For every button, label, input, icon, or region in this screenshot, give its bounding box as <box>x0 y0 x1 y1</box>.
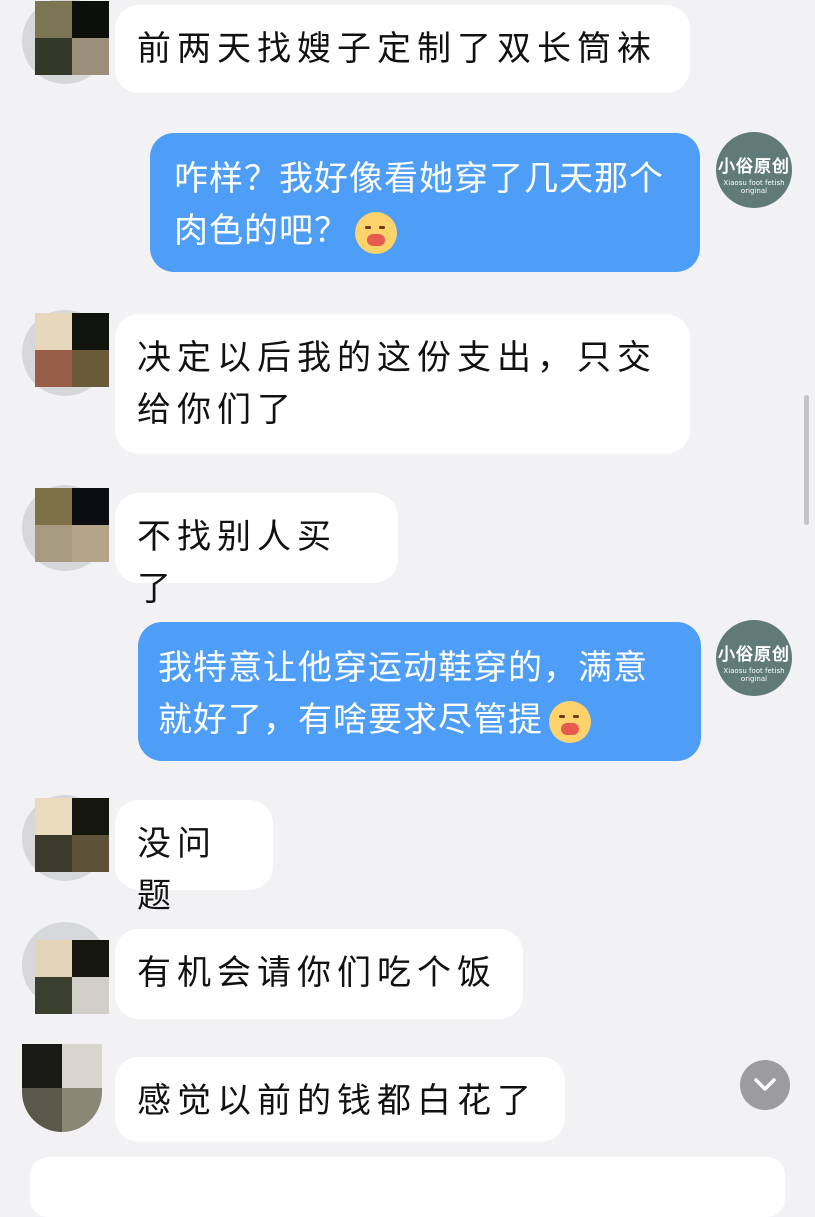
avatar[interactable]: 小俗原创 Xiaosu foot fetish original <box>716 620 792 696</box>
avatar[interactable]: 小俗原创 Xiaosu foot fetish original <box>716 132 792 208</box>
brand-title: 小俗原创 <box>718 157 790 177</box>
message-text: 感觉以前的钱都白花了 <box>137 1081 537 1121</box>
chevron-down-icon <box>754 1078 776 1091</box>
message-bubble[interactable]: 前两天找嫂子定制了双长筒袜 <box>115 5 690 93</box>
avatar[interactable] <box>35 1 109 75</box>
message-text: 咋样？我好像看她穿了几天那个肉色的吧？ <box>174 159 664 251</box>
avatar[interactable] <box>22 1044 102 1132</box>
brand-subtitle: Xiaosu foot fetish original <box>723 179 785 195</box>
message-text: 没问题 <box>137 824 217 916</box>
scroll-to-bottom-button[interactable] <box>740 1060 790 1110</box>
message-text: 不找别人买了 <box>137 517 337 609</box>
message-bubble[interactable]: 咋样？我好像看她穿了几天那个肉色的吧？ <box>150 133 700 272</box>
message-text: 有机会请你们吃个饭 <box>137 953 497 993</box>
scrollbar[interactable] <box>804 395 809 525</box>
avatar[interactable] <box>35 940 109 1014</box>
avatar[interactable] <box>35 313 109 387</box>
avatar[interactable] <box>35 488 109 562</box>
avatar[interactable] <box>35 798 109 872</box>
message-bubble[interactable]: 我特意让他穿运动鞋穿的，满意就好了，有啥要求尽管提 <box>138 622 701 761</box>
drooling-face-emoji <box>549 700 591 743</box>
message-bubble[interactable]: 决定以后我的这份支出，只交给你们了 <box>115 314 690 454</box>
brand-subtitle: Xiaosu foot fetish original <box>723 667 785 683</box>
drooling-face-emoji <box>355 211 397 254</box>
message-bubble[interactable]: 有机会请你们吃个饭 <box>115 929 523 1019</box>
message-bubble[interactable]: 没问题 <box>115 800 273 916</box>
brand-title: 小俗原创 <box>718 645 790 665</box>
message-text: 前两天找嫂子定制了双长筒袜 <box>137 29 657 69</box>
message-bubble[interactable]: 感觉以前的钱都白花了 <box>115 1057 565 1142</box>
message-bubble[interactable]: 不找别人买了 <box>115 493 398 609</box>
message-text: 决定以后我的这份支出，只交给你们了 <box>137 338 657 430</box>
message-input-area[interactable] <box>30 1157 785 1217</box>
